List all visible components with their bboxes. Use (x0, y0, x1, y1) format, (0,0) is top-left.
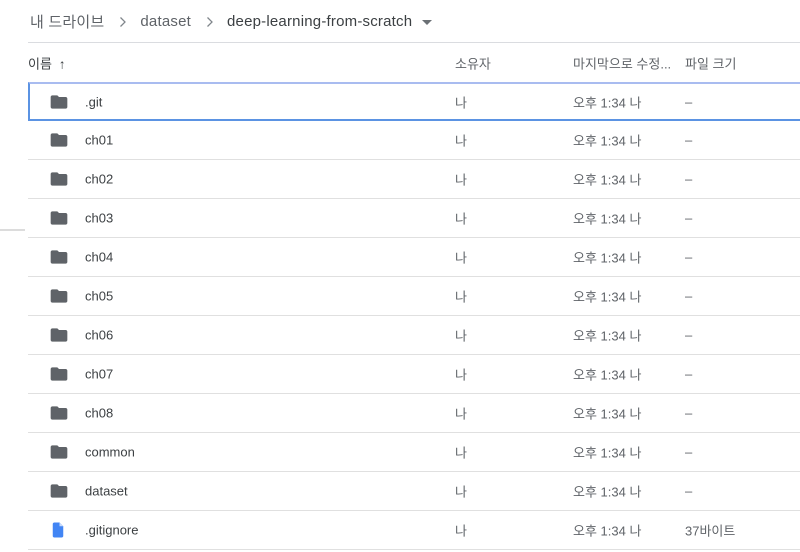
folder-icon (49, 325, 69, 345)
file-row[interactable]: ch08 나 오후 1:34 나 – (28, 394, 800, 433)
breadcrumb-item-dataset[interactable]: dataset (140, 13, 191, 30)
folder-icon (49, 403, 69, 423)
file-size: – (685, 171, 693, 187)
file-row[interactable]: ch05 나 오후 1:34 나 – (28, 277, 800, 316)
folder-icon (49, 169, 69, 189)
folder-icon (49, 208, 69, 228)
file-row[interactable]: .git 나 오후 1:34 나 – (28, 82, 800, 121)
file-size: – (685, 210, 693, 226)
file-size: – (685, 483, 693, 499)
file-row[interactable]: dataset 나 오후 1:34 나 – (28, 472, 800, 511)
file-size: – (685, 288, 693, 304)
chevron-right-icon (113, 13, 131, 31)
file-list: .git 나 오후 1:34 나 – ch01 나 오후 1:34 나 – ch… (28, 82, 800, 550)
file-name: ch01 (85, 132, 114, 148)
file-name: ch04 (85, 249, 114, 265)
folder-icon (49, 247, 69, 267)
file-name: ch02 (85, 171, 114, 187)
file-modified: 오후 1:34 나 (573, 328, 642, 344)
file-modified: 오후 1:34 나 (573, 367, 642, 383)
file-modified: 오후 1:34 나 (573, 484, 642, 500)
file-modified: 오후 1:34 나 (573, 445, 642, 461)
file-size: – (685, 249, 693, 265)
file-row[interactable]: .gitignore 나 오후 1:34 나 37바이트 (28, 511, 800, 550)
chevron-right-icon (200, 13, 218, 31)
file-size: 37바이트 (685, 523, 736, 539)
column-header-modified[interactable]: 마지막으로 수정... (573, 53, 671, 72)
file-name: .gitignore (85, 522, 139, 538)
file-size: – (685, 94, 693, 109)
file-size: – (685, 327, 693, 343)
file-modified: 오후 1:34 나 (573, 406, 642, 422)
sort-ascending-icon: ↑ (58, 56, 66, 71)
file-modified: 오후 1:34 나 (573, 95, 642, 110)
file-name: ch03 (85, 210, 114, 226)
file-name: common (85, 444, 135, 460)
file-modified: 오후 1:34 나 (573, 523, 642, 539)
file-name: ch08 (85, 405, 114, 421)
breadcrumb-item-current-folder[interactable]: deep-learning-from-scratch (227, 13, 412, 30)
file-owner: 나 (455, 406, 467, 422)
file-owner: 나 (455, 95, 467, 110)
file-owner: 나 (455, 289, 467, 305)
file-name: ch06 (85, 327, 114, 343)
folder-icon (49, 442, 69, 462)
file-name: .git (85, 94, 103, 109)
folder-icon (49, 92, 69, 112)
sidebar-divider-remnant (0, 229, 25, 231)
list-column-header: 이름 ↑ 소유자 마지막으로 수정... 파일 크기 (0, 43, 800, 82)
file-name: ch07 (85, 366, 114, 382)
file-modified: 오후 1:34 나 (573, 133, 642, 149)
caret-down-icon[interactable] (422, 20, 433, 25)
file-row[interactable]: ch06 나 오후 1:34 나 – (28, 316, 800, 355)
file-modified: 오후 1:34 나 (573, 211, 642, 227)
breadcrumb: 내 드라이브 dataset deep-learning-from-scratc… (0, 0, 800, 43)
file-row[interactable]: ch01 나 오후 1:34 나 – (28, 121, 800, 160)
file-row[interactable]: common 나 오후 1:34 나 – (28, 433, 800, 472)
file-modified: 오후 1:34 나 (573, 250, 642, 266)
file-modified: 오후 1:34 나 (573, 172, 642, 188)
file-name: ch05 (85, 288, 114, 304)
column-header-size[interactable]: 파일 크기 (685, 53, 736, 72)
file-size: – (685, 132, 693, 148)
file-owner: 나 (455, 328, 467, 344)
file-row[interactable]: ch07 나 오후 1:34 나 – (28, 355, 800, 394)
folder-icon (49, 364, 69, 384)
folder-icon (49, 481, 69, 501)
file-size: – (685, 444, 693, 460)
file-owner: 나 (455, 172, 467, 188)
file-owner: 나 (455, 250, 467, 266)
file-owner: 나 (455, 523, 467, 539)
file-name: dataset (85, 483, 128, 499)
breadcrumb-item-my-drive[interactable]: 내 드라이브 (30, 11, 104, 32)
file-row[interactable]: ch04 나 오후 1:34 나 – (28, 238, 800, 277)
column-header-name-label: 이름 (28, 56, 52, 71)
file-size: – (685, 405, 693, 421)
file-owner: 나 (455, 133, 467, 149)
file-owner: 나 (455, 367, 467, 383)
file-owner: 나 (455, 211, 467, 227)
folder-icon (49, 286, 69, 306)
file-size: – (685, 366, 693, 382)
file-modified: 오후 1:34 나 (573, 289, 642, 305)
file-owner: 나 (455, 484, 467, 500)
column-header-name[interactable]: 이름 ↑ (28, 53, 65, 72)
file-row[interactable]: ch03 나 오후 1:34 나 – (28, 199, 800, 238)
file-row[interactable]: ch02 나 오후 1:34 나 – (28, 160, 800, 199)
file-icon (49, 521, 67, 539)
file-owner: 나 (455, 445, 467, 461)
folder-icon (49, 130, 69, 150)
column-header-owner[interactable]: 소유자 (455, 53, 491, 72)
